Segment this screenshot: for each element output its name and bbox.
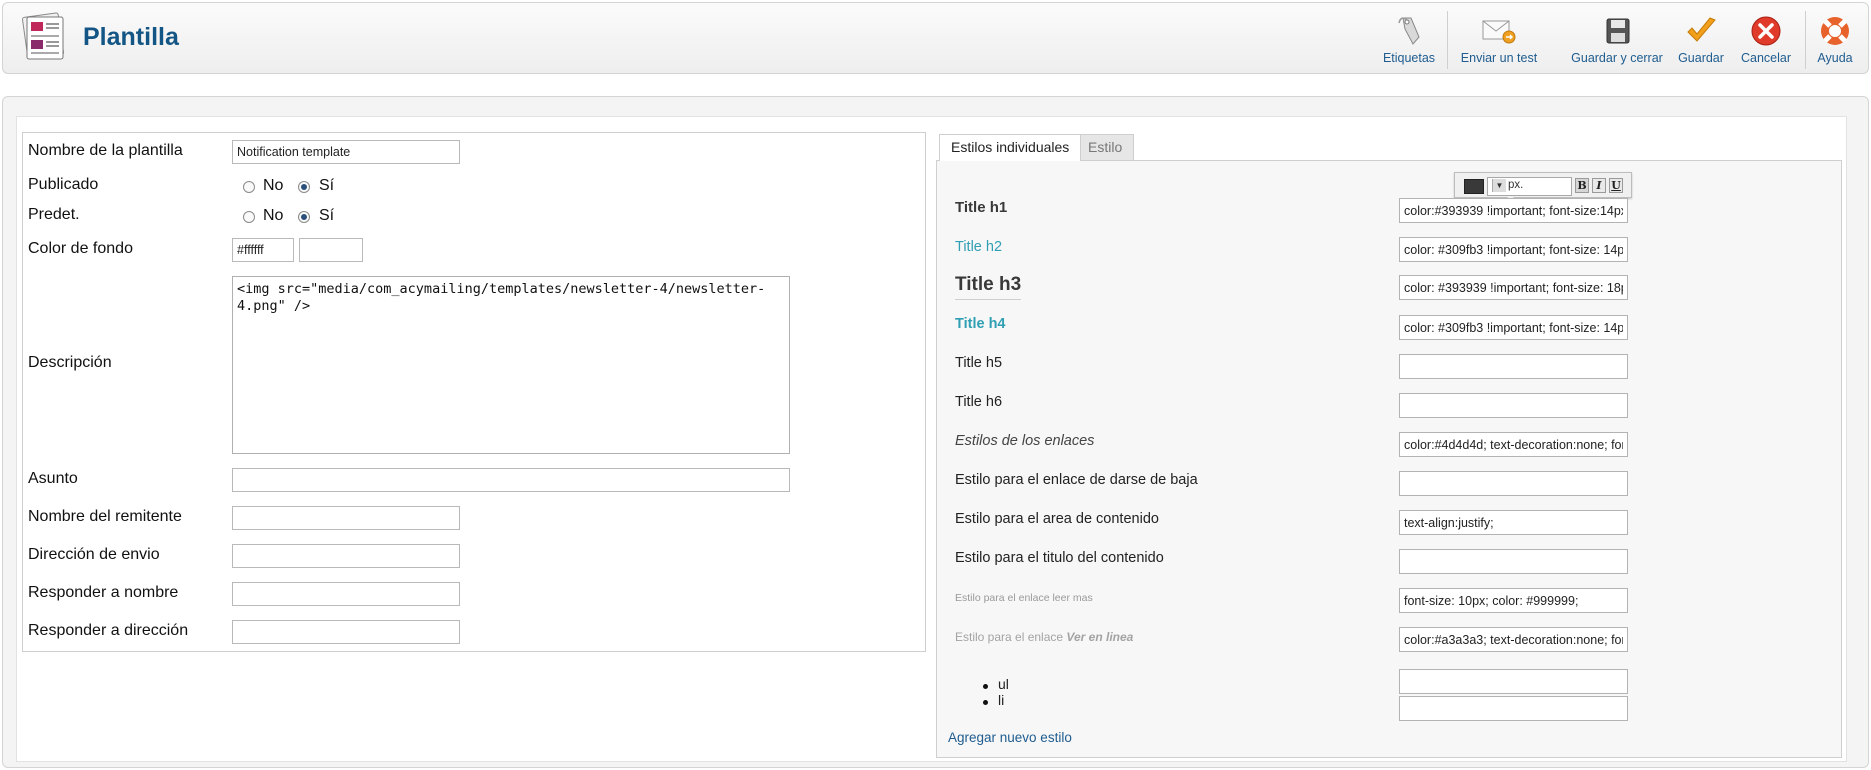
- bullet-ul: [983, 684, 988, 689]
- sender-address-input[interactable]: [232, 544, 460, 568]
- chevron-down-icon: ▼: [1492, 179, 1506, 192]
- published-label: Publicado: [28, 176, 99, 193]
- envelope-send-icon: [1481, 15, 1517, 47]
- style-h6-input[interactable]: [1399, 393, 1628, 418]
- tags-button-label: Etiquetas: [1382, 51, 1436, 65]
- sender-name-input[interactable]: [232, 506, 460, 530]
- default-yes-radio[interactable]: [298, 211, 310, 223]
- style-h1-label: Title h1: [955, 199, 1008, 216]
- published-no-label: No: [263, 177, 284, 194]
- toolbar-separator: [1447, 11, 1448, 69]
- style-h4-input[interactable]: [1399, 315, 1628, 340]
- bullet-li: [983, 700, 988, 705]
- tag-icon: [1391, 15, 1427, 47]
- style-h4-label: Title h4: [955, 316, 1006, 332]
- italic-button[interactable]: I: [1592, 178, 1606, 193]
- style-h5-input[interactable]: [1399, 354, 1628, 379]
- underline-button[interactable]: U: [1609, 178, 1623, 193]
- style-h2-input[interactable]: [1399, 237, 1628, 262]
- reply-address-input[interactable]: [232, 620, 460, 644]
- format-toolbar-popup: 14 px. ▼ B I U: [1454, 172, 1632, 211]
- style-li-input[interactable]: [1399, 696, 1628, 721]
- help-button-label: Ayuda: [1817, 51, 1853, 65]
- help-button[interactable]: Ayuda: [1811, 13, 1859, 69]
- published-yes-radio[interactable]: [298, 181, 310, 193]
- description-textarea[interactable]: <img src="media/com_acymailing/templates…: [232, 276, 790, 454]
- template-logo-icon: [17, 11, 71, 63]
- style-ul-input[interactable]: [1399, 669, 1628, 694]
- send-test-button-label: Enviar un test: [1460, 51, 1538, 65]
- toolbar-header: Plantilla Etiquetas Enviar un test Guard…: [2, 2, 1869, 74]
- default-no-radio[interactable]: [243, 211, 255, 223]
- save-button-label: Guardar: [1678, 51, 1724, 65]
- reply-address-label: Responder a dirección: [28, 622, 189, 639]
- style-content-label: Estilo para el area de contenido: [955, 511, 1159, 527]
- style-view-online-label: Estilo para el enlace Ver en linea: [955, 630, 1133, 644]
- tags-button[interactable]: Etiquetas: [1379, 13, 1439, 69]
- style-h3-label: Title h3: [955, 274, 1022, 300]
- published-yes-label: Sí: [319, 177, 335, 194]
- default-label: Predet.: [28, 206, 80, 223]
- subject-input[interactable]: [232, 468, 790, 492]
- tab-style[interactable]: Estilo: [1076, 134, 1135, 160]
- cancel-button-label: Cancelar: [1740, 51, 1792, 65]
- add-new-style-link[interactable]: Agregar nuevo estilo: [948, 730, 1072, 745]
- style-links-input[interactable]: [1399, 432, 1628, 457]
- style-content-input[interactable]: [1399, 510, 1628, 535]
- send-test-button[interactable]: Enviar un test: [1457, 13, 1541, 69]
- style-view-online-em: Ver en linea: [1066, 630, 1134, 644]
- style-unsubscribe-input[interactable]: [1399, 471, 1628, 496]
- tab-individual-styles[interactable]: Estilos individuales: [939, 134, 1082, 161]
- default-no-label: No: [263, 207, 284, 224]
- style-h1-input[interactable]: [1399, 198, 1628, 223]
- reply-name-input[interactable]: [232, 582, 460, 606]
- style-links-label: Estilos de los enlaces: [955, 433, 1095, 449]
- template-name-label: Nombre de la plantilla: [28, 142, 183, 159]
- styles-panel: [936, 160, 1842, 758]
- toolbar-separator: [1805, 11, 1806, 69]
- reply-name-label: Responder a nombre: [28, 584, 179, 601]
- cancel-button[interactable]: Cancelar: [1737, 13, 1795, 69]
- style-readmore-input[interactable]: [1399, 588, 1628, 613]
- description-label: Descripción: [28, 354, 112, 371]
- style-h6-label: Title h6: [955, 394, 1003, 410]
- style-view-online-input[interactable]: [1399, 627, 1628, 652]
- subject-label: Asunto: [28, 470, 78, 487]
- style-content-title-input[interactable]: [1399, 549, 1628, 574]
- template-name-input[interactable]: [232, 140, 460, 164]
- checkmark-icon: [1683, 15, 1719, 47]
- style-ul-label: ul: [998, 676, 1009, 692]
- style-h2-label: Title h2: [955, 239, 1003, 255]
- style-view-online-prefix: Estilo para el enlace: [955, 630, 1067, 644]
- floppy-disk-icon: [1599, 15, 1635, 47]
- save-and-close-button-label: Guardar y cerrar: [1571, 51, 1663, 65]
- style-h3-input[interactable]: [1399, 275, 1628, 300]
- bgcolor-input[interactable]: [232, 238, 294, 262]
- bgcolor-label: Color de fondo: [28, 240, 133, 257]
- style-content-title-label: Estilo para el titulo del contenido: [955, 550, 1164, 566]
- published-no-radio[interactable]: [243, 181, 255, 193]
- page-title: Plantilla: [83, 23, 179, 51]
- sender-name-label: Nombre del remitente: [28, 508, 182, 525]
- default-yes-label: Sí: [319, 207, 335, 224]
- save-and-close-button[interactable]: Guardar y cerrar: [1569, 13, 1665, 69]
- style-readmore-label: Estilo para el enlace leer mas: [955, 592, 1093, 604]
- style-li-label: li: [998, 692, 1005, 708]
- cancel-icon: [1748, 15, 1784, 47]
- style-unsubscribe-label: Estilo para el enlace de darse de baja: [955, 472, 1198, 488]
- text-color-picker[interactable]: [1464, 179, 1484, 194]
- style-h5-label: Title h5: [955, 355, 1003, 371]
- font-size-select[interactable]: 14 px. ▼: [1487, 177, 1572, 196]
- save-button[interactable]: Guardar: [1673, 13, 1729, 69]
- sender-address-label: Dirección de envio: [28, 546, 160, 563]
- lifebuoy-icon: [1817, 15, 1853, 47]
- bgcolor-swatch[interactable]: [299, 238, 363, 262]
- bold-button[interactable]: B: [1575, 178, 1589, 193]
